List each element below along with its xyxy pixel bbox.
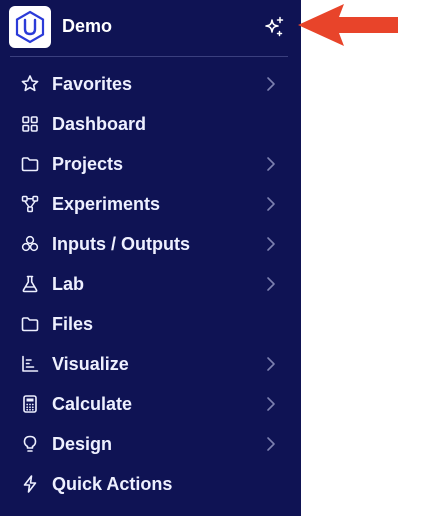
sidebar-item-label: Calculate	[52, 394, 133, 414]
chevron-right-icon	[267, 357, 275, 371]
ai-sparkle-button[interactable]	[259, 12, 289, 42]
chevron-right-icon	[267, 197, 275, 211]
sidebar-item-dashboard[interactable]: Dashboard	[0, 104, 301, 144]
chevron-right-icon	[267, 77, 275, 91]
chevron-right-icon	[267, 397, 275, 411]
chart-icon	[20, 354, 40, 374]
sidebar-item-visualize[interactable]: Visualize	[0, 344, 301, 384]
header-divider	[10, 56, 288, 57]
calculator-icon	[20, 394, 40, 414]
workspace-header: Demo	[0, 0, 301, 55]
logo-icon	[15, 10, 45, 44]
lightning-icon	[20, 474, 40, 494]
sidebar-item-design[interactable]: Design	[0, 424, 301, 464]
sidebar-item-label: Design	[52, 434, 113, 454]
sidebar-item-calculate[interactable]: Calculate	[0, 384, 301, 424]
sidebar: Demo Favorites Dashboard Projects Experi…	[0, 0, 301, 516]
flow-icon	[20, 194, 40, 214]
sidebar-item-files[interactable]: Files	[0, 304, 301, 344]
sidebar-nav: Favorites Dashboard Projects Experiments…	[0, 64, 301, 504]
sidebar-item-label: Lab	[52, 274, 85, 294]
lightbulb-icon	[20, 434, 40, 454]
sidebar-item-projects[interactable]: Projects	[0, 144, 301, 184]
page: Demo Favorites Dashboard Projects Experi…	[0, 0, 431, 516]
folder-icon	[20, 154, 40, 174]
chevron-right-icon	[267, 157, 275, 171]
sidebar-item-label: Favorites	[52, 74, 133, 94]
flask-icon	[20, 274, 40, 294]
sidebar-item-quick-actions[interactable]: Quick Actions	[0, 464, 301, 504]
sparkle-icon	[265, 16, 284, 37]
chevron-right-icon	[267, 277, 275, 291]
sidebar-item-label: Dashboard	[52, 114, 147, 134]
workspace-name[interactable]: Demo	[62, 14, 112, 38]
annotation-arrow-icon	[298, 4, 398, 46]
chevron-right-icon	[267, 437, 275, 451]
cluster-icon	[20, 234, 40, 254]
sidebar-item-label: Quick Actions	[52, 474, 173, 494]
sidebar-item-label: Experiments	[52, 194, 161, 214]
sidebar-item-label: Inputs / Outputs	[52, 234, 190, 254]
sidebar-item-lab[interactable]: Lab	[0, 264, 301, 304]
grid-icon	[20, 114, 40, 134]
chevron-right-icon	[267, 237, 275, 251]
star-icon	[20, 74, 40, 94]
folder-icon	[20, 314, 40, 334]
sidebar-item-inputs-outputs[interactable]: Inputs / Outputs	[0, 224, 301, 264]
sidebar-item-favorites[interactable]: Favorites	[0, 64, 301, 104]
sidebar-item-label: Visualize	[52, 354, 129, 374]
workspace-logo[interactable]	[9, 6, 51, 48]
sidebar-item-label: Projects	[52, 154, 124, 174]
sidebar-item-label: Files	[52, 314, 94, 334]
sidebar-item-experiments[interactable]: Experiments	[0, 184, 301, 224]
